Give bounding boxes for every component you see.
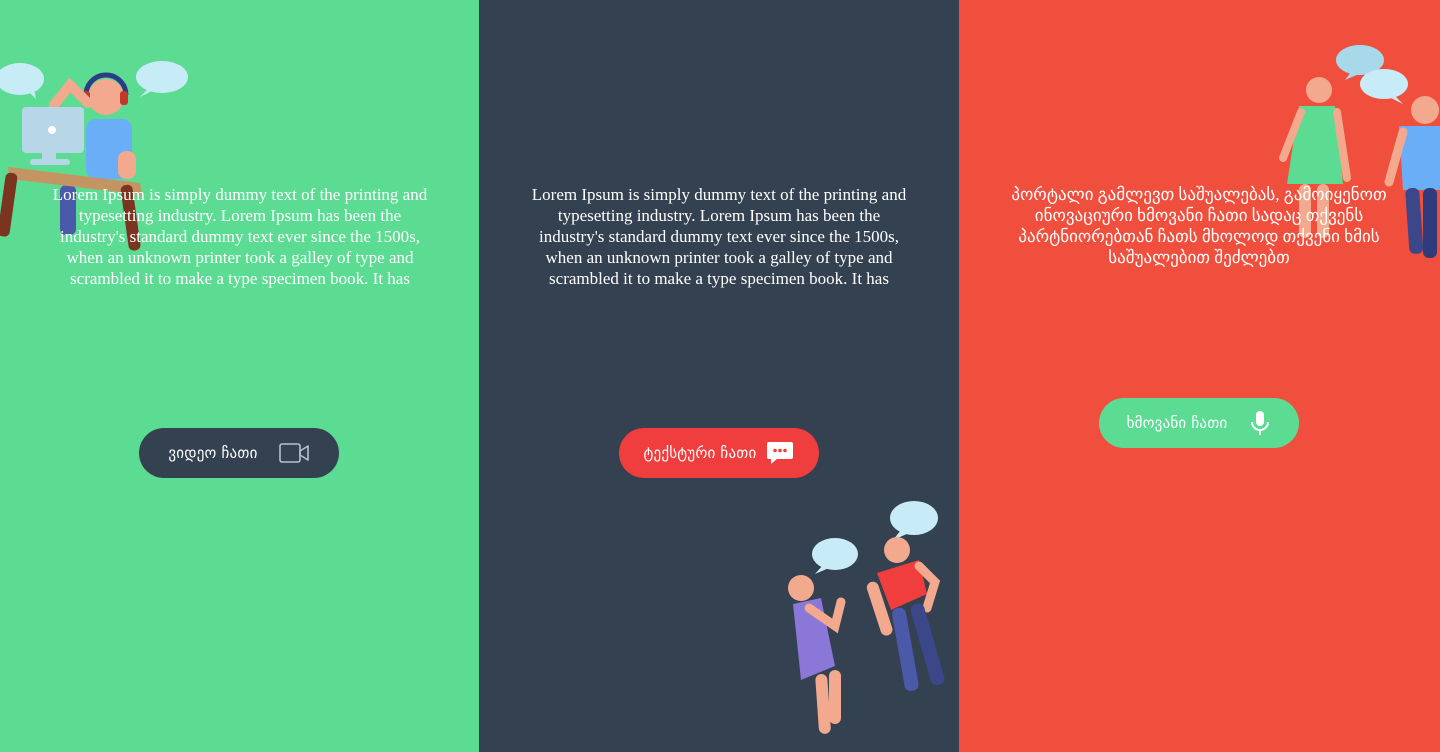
text-chat-button[interactable]: ტექსტური ჩათი: [619, 428, 819, 478]
text-chat-panel: Lorem Ipsum is simply dummy text of the …: [479, 0, 959, 752]
video-chat-button[interactable]: ვიდეო ჩათი: [139, 428, 339, 478]
voice-chat-panel: პორტალი გამლევთ საშუალებას, გამოიყენოთ ი…: [959, 0, 1440, 752]
text-chat-description: Lorem Ipsum is simply dummy text of the …: [531, 185, 907, 288]
chat-bubble-icon: [766, 440, 794, 466]
video-chat-panel: Lorem Ipsum is simply dummy text of the …: [0, 0, 479, 752]
video-chat-button-label: ვიდეო ჩათი: [168, 444, 258, 462]
voice-chat-description: პორტალი გამლევთ საშუალებას, გამოიყენოთ ი…: [1011, 185, 1387, 267]
two-people-chatting-illustration: [788, 501, 945, 734]
video-camera-icon: [278, 441, 310, 465]
voice-chat-button[interactable]: ხმოვანი ჩათი: [1099, 398, 1299, 448]
video-chat-description: Lorem Ipsum is simply dummy text of the …: [52, 185, 428, 288]
text-chat-button-label: ტექსტური ჩათი: [643, 444, 757, 462]
voice-chat-button-label: ხმოვანი ჩათი: [1126, 414, 1228, 432]
microphone-icon: [1249, 409, 1271, 437]
